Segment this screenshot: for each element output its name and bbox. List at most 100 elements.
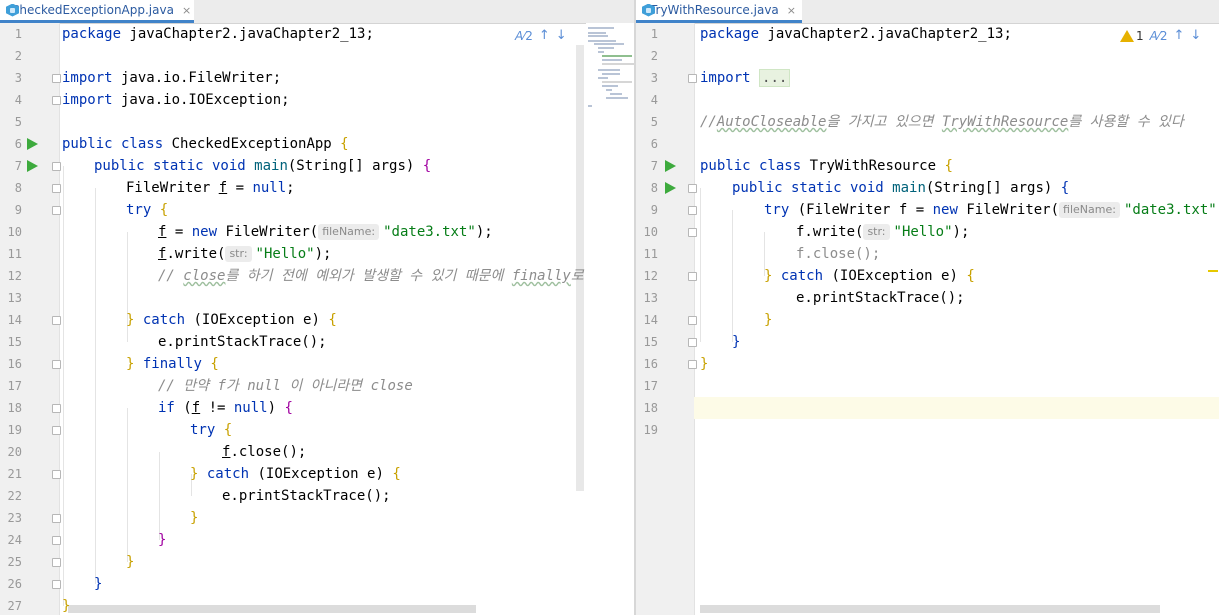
close-tab-icon[interactable]: × [787, 4, 796, 17]
fold-icon[interactable] [688, 338, 697, 347]
fold-icon[interactable] [52, 514, 61, 523]
code-line-try-resource: try (FileWriter f = new FileWriter(fileN… [764, 202, 1219, 218]
code-line-class-decl: public class CheckedExceptionApp { [62, 136, 349, 152]
tab-label: TryWithResource.java [649, 3, 779, 17]
code-line-comment: //AutoCloseable을 가지고 있으면 TryWithResource… [700, 114, 1184, 130]
fold-icon[interactable] [52, 184, 61, 193]
fold-icon[interactable] [688, 206, 697, 215]
param-hint: str: [863, 224, 890, 240]
line-number: 9 [14, 203, 22, 217]
line-number: 21 [7, 467, 22, 481]
line-number: 17 [643, 379, 658, 393]
line-number: 16 [7, 357, 22, 371]
code-line-brace: } [158, 532, 167, 548]
fold-icon[interactable] [688, 74, 697, 83]
run-main-icon[interactable] [665, 182, 676, 194]
code-line-print-trace: e.printStackTrace(); [158, 334, 327, 350]
line-number: 14 [7, 313, 22, 327]
fold-icon[interactable] [52, 162, 61, 171]
line-number: 17 [7, 379, 22, 393]
run-class-icon[interactable] [665, 160, 676, 172]
close-tab-icon[interactable]: × [182, 4, 191, 17]
line-number: 9 [650, 203, 658, 217]
fold-icon[interactable] [52, 360, 61, 369]
line-number: 25 [7, 555, 22, 569]
code-line-brace: } [732, 334, 741, 350]
run-main-icon[interactable] [27, 160, 38, 172]
line-number: 7 [650, 159, 658, 173]
fold-icon[interactable] [52, 580, 61, 589]
tab-try-with-resource[interactable]: TryWithResource.java × [636, 0, 802, 23]
left-code-editor[interactable]: A⁄2 ↑ ↓ 1 2 3 4 5 6 7 8 9 10 11 12 13 14… [0, 23, 634, 615]
code-line-inner-catch: } catch (IOException e) { [190, 466, 401, 482]
code-line-brace: } [764, 312, 773, 328]
line-number: 11 [7, 247, 22, 261]
line-number: 4 [14, 93, 22, 107]
fold-icon[interactable] [688, 360, 697, 369]
line-number: 10 [7, 225, 22, 239]
code-line-brace: } [62, 598, 71, 614]
right-code-editor[interactable]: 1 A⁄2 ↑ ↓ 1 2 3 4 5 6 7 8 9 10 11 12 13 … [636, 23, 1219, 615]
line-number: 13 [643, 291, 658, 305]
fold-icon[interactable] [52, 206, 61, 215]
code-line-brace: } [700, 356, 709, 372]
fold-icon[interactable] [688, 228, 697, 237]
line-number: 27 [7, 599, 22, 613]
fold-icon[interactable] [688, 272, 697, 281]
fold-icon[interactable] [52, 74, 61, 83]
line-number: 22 [7, 489, 22, 503]
code-line-inner-try: try { [190, 422, 233, 438]
line-number: 20 [7, 445, 22, 459]
line-number: 12 [7, 269, 22, 283]
horizontal-scrollbar[interactable] [700, 605, 1160, 613]
code-line-print-trace: e.printStackTrace(); [222, 488, 391, 504]
line-number: 1 [14, 27, 22, 41]
code-line-import-folded[interactable]: import ... [700, 67, 791, 89]
code-line-print-trace: e.printStackTrace(); [796, 290, 965, 306]
line-number: 5 [14, 115, 22, 129]
fold-icon[interactable] [52, 536, 61, 545]
line-number: 3 [650, 71, 658, 85]
param-hint: str: [225, 246, 252, 262]
code-line-main: public static void main(String[] args) { [94, 158, 432, 174]
fold-icon[interactable] [52, 470, 61, 479]
line-number: 18 [643, 401, 658, 415]
line-number: 4 [650, 93, 658, 107]
code-line-brace: } [94, 576, 103, 592]
param-hint: fileName: [318, 224, 380, 240]
line-number: 14 [643, 313, 658, 327]
line-number: 15 [643, 335, 658, 349]
line-number: 12 [643, 269, 658, 283]
code-line-class-decl: public class TryWithResource { [700, 158, 953, 174]
fold-icon[interactable] [688, 316, 697, 325]
right-tab-bar: TryWithResource.java × [636, 0, 1219, 24]
line-number: 24 [7, 533, 22, 547]
fold-icon[interactable] [52, 404, 61, 413]
fold-icon[interactable] [52, 558, 61, 567]
left-tab-bar: CheckedExceptionApp.java × [0, 0, 634, 24]
left-editor-pane: CheckedExceptionApp.java × A⁄2 ↑ ↓ 1 2 3… [0, 0, 634, 615]
code-line-filewriter-decl: FileWriter f = null; [126, 180, 295, 196]
line-number: 2 [650, 49, 658, 63]
fold-icon[interactable] [52, 426, 61, 435]
fold-icon[interactable] [52, 96, 61, 105]
line-number: 16 [643, 357, 658, 371]
tab-label: CheckedExceptionApp.java [11, 3, 174, 17]
fold-icon[interactable] [688, 184, 697, 193]
fold-icon[interactable] [52, 316, 61, 325]
line-number: 23 [7, 511, 22, 525]
code-line-try: try { [126, 202, 169, 218]
line-number: 2 [14, 49, 22, 63]
code-line-brace: } [190, 510, 199, 526]
param-hint: fileName: [1059, 202, 1120, 218]
run-class-icon[interactable] [27, 138, 38, 150]
line-number: 10 [643, 225, 658, 239]
code-line-comment: // close를 하기 전에 예외가 발생할 수 있기 때문에 finally… [158, 268, 584, 284]
line-number: 19 [7, 423, 22, 437]
line-number: 15 [7, 335, 22, 349]
java-class-icon [642, 3, 655, 17]
code-line-comment: // 만약 f가 null 이 아니라면 close [158, 378, 413, 394]
line-number: 6 [14, 137, 22, 151]
tab-checked-exception-app[interactable]: CheckedExceptionApp.java × [0, 0, 194, 23]
right-editor-pane: TryWithResource.java × 1 A⁄2 ↑ ↓ 1 2 3 4… [636, 0, 1219, 615]
